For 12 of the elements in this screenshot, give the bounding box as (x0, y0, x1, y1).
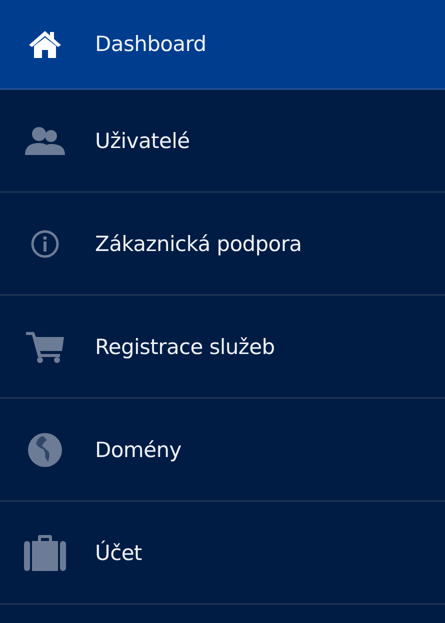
menu-item[interactable]: Účet (0, 502, 445, 605)
menu-item[interactable]: Domény (0, 399, 445, 502)
menu-item[interactable]: Registrace služeb (0, 296, 445, 399)
cart-icon (26, 330, 64, 362)
home-icon (26, 29, 62, 59)
menu-item[interactable]: Dashboard (0, 0, 445, 90)
menu-item[interactable]: Uživatelé (0, 90, 445, 193)
info-icon (30, 228, 60, 258)
briefcase-icon (24, 534, 66, 570)
globe-icon (26, 432, 62, 468)
menu-item[interactable]: Zákaznická podpora (0, 193, 445, 296)
users-icon (24, 126, 64, 156)
